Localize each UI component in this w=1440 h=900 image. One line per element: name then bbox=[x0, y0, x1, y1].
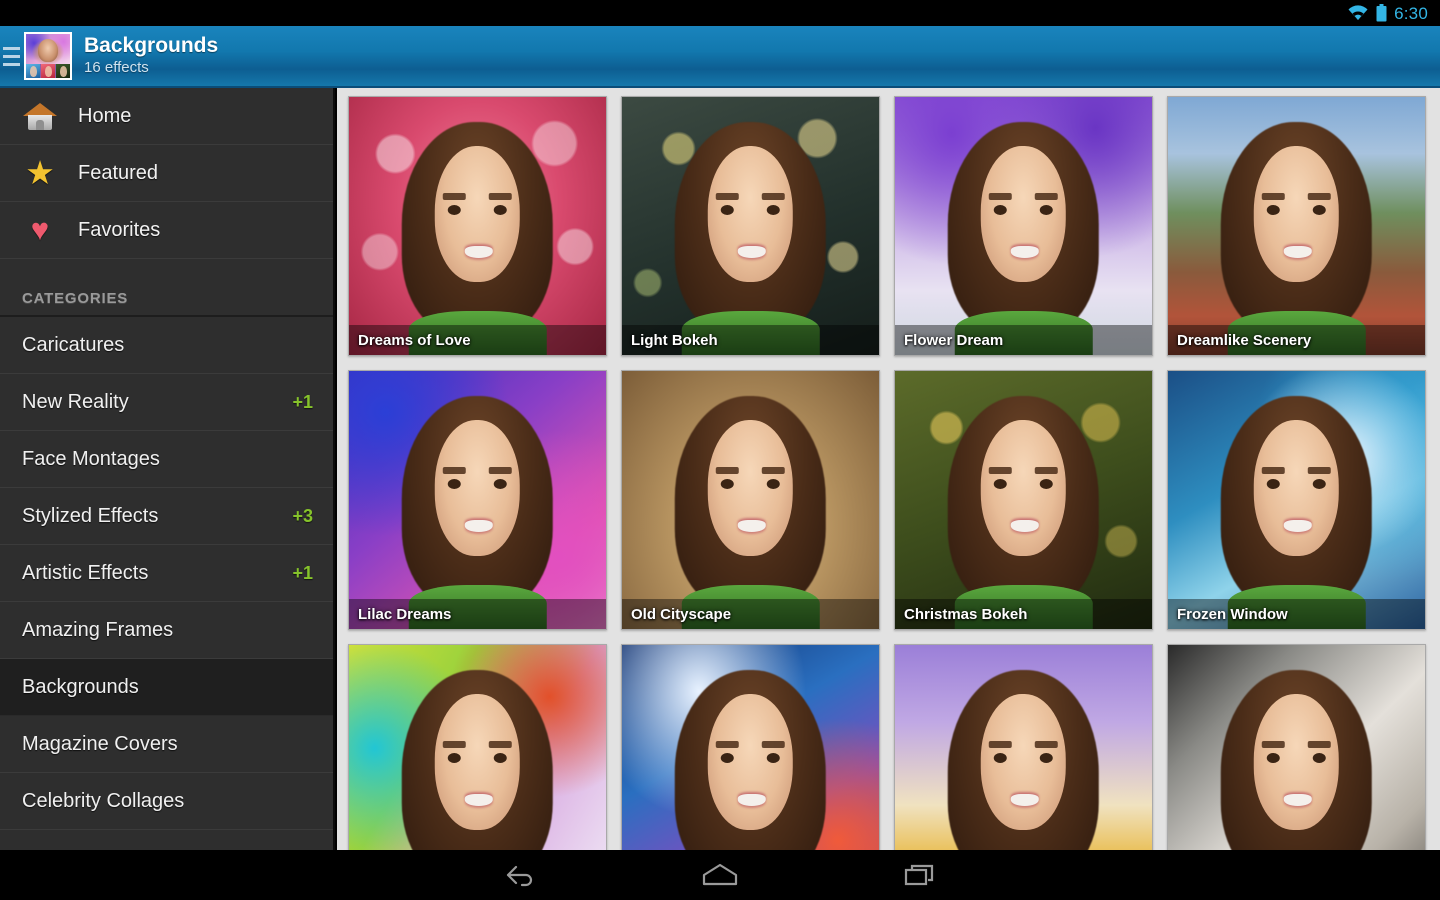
app-collage-icon[interactable] bbox=[24, 32, 72, 80]
effect-tile[interactable] bbox=[894, 644, 1153, 850]
category-item-label: Caricatures bbox=[22, 333, 125, 356]
effect-tile[interactable]: Dreamlike Scenery bbox=[1167, 96, 1426, 356]
effect-name-bar: Frozen Window bbox=[1168, 599, 1425, 629]
categories-list: Caricatures New Reality +1 Face Montages Sty… bbox=[0, 317, 333, 830]
effect-name-label: Frozen Window bbox=[1177, 605, 1288, 623]
category-item-backgrounds[interactable]: Backgrounds bbox=[0, 659, 333, 716]
portrait-photo bbox=[668, 112, 832, 355]
page-title: Backgrounds bbox=[84, 34, 219, 57]
category-new-count-badge: +1 bbox=[292, 562, 313, 583]
recent-apps-icon[interactable] bbox=[890, 853, 950, 897]
effect-name-label: Old Cityscape bbox=[631, 605, 732, 623]
category-item-label: Stylized Effects bbox=[22, 504, 159, 527]
portrait-photo bbox=[941, 660, 1105, 850]
effect-tile[interactable]: Christmas Bokeh bbox=[894, 370, 1153, 630]
heart-icon: ♥ bbox=[30, 212, 50, 247]
status-bar: 6:30 bbox=[0, 0, 1440, 26]
effect-name-bar: Christmas Bokeh bbox=[895, 599, 1152, 629]
battery-icon bbox=[1376, 4, 1387, 22]
header-text-block: Backgrounds 16 effects bbox=[84, 35, 218, 77]
app-header: Backgrounds 16 effects bbox=[0, 26, 1440, 88]
effect-tile[interactable] bbox=[348, 644, 607, 850]
portrait-photo bbox=[395, 386, 559, 629]
category-item-label: Celebrity Collages bbox=[22, 789, 185, 812]
sidebar-item-home[interactable]: Home bbox=[0, 88, 333, 145]
sidebar-item-featured[interactable]: ★ Featured bbox=[0, 145, 333, 202]
hamburger-menu-icon[interactable] bbox=[0, 25, 22, 87]
category-item-celebrity-collages[interactable]: Celebrity Collages bbox=[0, 773, 333, 830]
effect-tile[interactable]: Old Cityscape bbox=[621, 370, 880, 630]
category-item-new-reality[interactable]: New Reality +1 bbox=[0, 374, 333, 431]
portrait-photo bbox=[668, 660, 832, 850]
primary-nav-list: Home ★ Featured ♥ Favorites bbox=[0, 88, 333, 259]
sidebar-item-label: Home bbox=[78, 104, 132, 127]
effect-tile[interactable]: Light Bokeh bbox=[621, 96, 880, 356]
category-item-label: Backgrounds bbox=[22, 675, 139, 698]
status-clock: 6:30 bbox=[1394, 3, 1428, 23]
sidebar-item-label: Featured bbox=[78, 161, 159, 184]
effects-grid-container[interactable]: Dreams of Love Light Bokeh Flower Dream Dre… bbox=[337, 88, 1440, 850]
house-icon bbox=[22, 98, 58, 134]
portrait-photo bbox=[1214, 386, 1378, 629]
page-subtitle: 16 effects bbox=[84, 59, 149, 76]
category-new-count-badge: +3 bbox=[292, 505, 313, 526]
sidebar-item-favorites[interactable]: ♥ Favorites bbox=[0, 202, 333, 259]
portrait-photo bbox=[1214, 112, 1378, 355]
effect-name-label: Christmas Bokeh bbox=[904, 605, 1028, 623]
home-outline-icon[interactable] bbox=[690, 853, 750, 897]
effect-name-bar: Flower Dream bbox=[895, 325, 1152, 355]
effect-tile[interactable]: Lilac Dreams bbox=[348, 370, 607, 630]
effects-grid: Dreams of Love Light Bokeh Flower Dream Dre… bbox=[348, 96, 1440, 850]
categories-section-header: CATEGORIES bbox=[0, 259, 333, 317]
categories-label: CATEGORIES bbox=[22, 290, 129, 307]
effect-name-bar: Old Cityscape bbox=[622, 599, 879, 629]
category-item-label: Artistic Effects bbox=[22, 561, 149, 584]
effect-name-bar: Dreamlike Scenery bbox=[1168, 325, 1425, 355]
category-item-amazing-frames[interactable]: Amazing Frames bbox=[0, 602, 333, 659]
effect-name-label: Dreamlike Scenery bbox=[1177, 331, 1312, 349]
effect-name-bar: Dreams of Love bbox=[349, 325, 606, 355]
category-item-label: Amazing Frames bbox=[22, 618, 174, 641]
category-item-face-montages[interactable]: Face Montages bbox=[0, 431, 333, 488]
wifi-icon bbox=[1347, 5, 1369, 21]
category-new-count-badge: +1 bbox=[292, 391, 313, 412]
effect-name-bar: Light Bokeh bbox=[622, 325, 879, 355]
effect-tile[interactable] bbox=[1167, 644, 1426, 850]
effect-tile[interactable] bbox=[621, 644, 880, 850]
effect-tile[interactable]: Frozen Window bbox=[1167, 370, 1426, 630]
portrait-photo bbox=[395, 112, 559, 355]
effect-tile[interactable]: Flower Dream bbox=[894, 96, 1153, 356]
effect-name-label: Dreams of Love bbox=[358, 331, 471, 349]
category-item-label: Face Montages bbox=[22, 447, 160, 470]
effect-name-label: Lilac Dreams bbox=[358, 605, 452, 623]
portrait-photo bbox=[395, 660, 559, 850]
effect-tile[interactable]: Dreams of Love bbox=[348, 96, 607, 356]
category-item-caricatures[interactable]: Caricatures bbox=[0, 317, 333, 374]
effect-name-label: Light Bokeh bbox=[631, 331, 718, 349]
category-item-artistic-effects[interactable]: Artistic Effects +1 bbox=[0, 545, 333, 602]
effect-name-label: Flower Dream bbox=[904, 331, 1004, 349]
portrait-photo bbox=[668, 386, 832, 629]
portrait-photo bbox=[941, 386, 1105, 629]
system-navigation-bar bbox=[0, 850, 1440, 900]
category-item-label: Magazine Covers bbox=[22, 732, 178, 755]
star-icon: ★ bbox=[25, 154, 55, 191]
category-item-magazine-covers[interactable]: Magazine Covers bbox=[0, 716, 333, 773]
portrait-photo bbox=[941, 112, 1105, 355]
back-arrow-icon[interactable] bbox=[490, 853, 550, 897]
category-item-label: New Reality bbox=[22, 390, 129, 413]
portrait-photo bbox=[1214, 660, 1378, 850]
category-item-stylized-effects[interactable]: Stylized Effects +3 bbox=[0, 488, 333, 545]
sidebar-item-label: Favorites bbox=[78, 218, 161, 241]
effect-name-bar: Lilac Dreams bbox=[349, 599, 606, 629]
navigation-drawer[interactable]: Home ★ Featured ♥ Favorites CATEGORIES Caric… bbox=[0, 88, 335, 850]
